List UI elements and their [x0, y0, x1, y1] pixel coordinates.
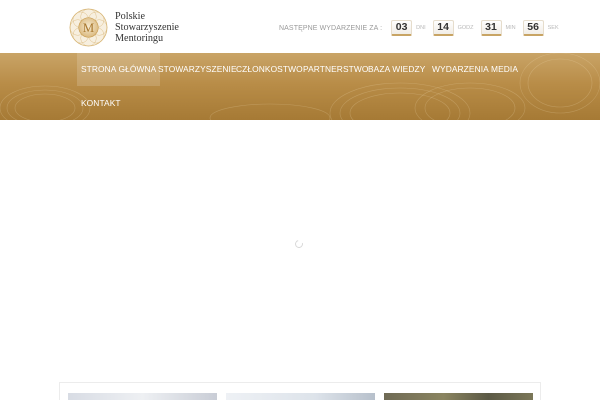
- event-countdown: NASTĘPNE WYDARZENIE ZA : 03 DNI 14 GODZ …: [279, 19, 559, 37]
- countdown-seconds-unit: SEK: [547, 25, 559, 31]
- featured-thumbnail[interactable]: [384, 393, 533, 400]
- nav-item-kontakt[interactable]: KONTAKT: [77, 87, 125, 120]
- logo-emblem-icon: M: [69, 8, 108, 47]
- featured-strip: [59, 382, 541, 400]
- countdown-days-unit: DNI: [416, 25, 426, 31]
- nav-item-partnerstwo[interactable]: PARTNERSTWO: [299, 53, 372, 86]
- main-navigation: STRONA GŁÓWNA STOWARZYSZENIE CZŁONKOSTWO…: [0, 53, 600, 120]
- logo-line-2: Stowarzyszenie: [115, 21, 179, 33]
- site-header: M Polskie Stowarzyszenie Mentoringu NAST…: [0, 0, 600, 53]
- nav-item-stowarzyszenie[interactable]: STOWARZYSZENIE: [154, 53, 241, 86]
- site-logo[interactable]: M Polskie Stowarzyszenie Mentoringu: [69, 6, 179, 48]
- logo-line-1: Polskie: [115, 10, 146, 22]
- nav-item-czlonkostwo[interactable]: CZŁONKOSTWO: [232, 53, 307, 86]
- countdown-label: NASTĘPNE WYDARZENIE ZA :: [279, 24, 383, 32]
- logo-line-3: Mentoringu: [115, 32, 164, 44]
- logo-text: Polskie Stowarzyszenie Mentoringu: [115, 11, 179, 44]
- nav-item-strona-glowna[interactable]: STRONA GŁÓWNA: [77, 53, 161, 86]
- featured-thumbnail[interactable]: [68, 393, 217, 400]
- featured-thumbnail[interactable]: [226, 393, 375, 400]
- logo-letter: M: [83, 20, 94, 34]
- countdown-seconds: 56: [522, 20, 544, 36]
- nav-item-wydarzenia[interactable]: WYDARZENIA: [428, 53, 493, 86]
- main-content: [0, 120, 600, 400]
- nav-menu: STRONA GŁÓWNA STOWARZYSZENIE CZŁONKOSTWO…: [77, 53, 527, 120]
- countdown-minutes: 31: [480, 20, 502, 36]
- nav-item-baza-wiedzy[interactable]: BAZA WIEDZY: [364, 53, 429, 86]
- nav-item-media[interactable]: MEDIA: [487, 53, 522, 86]
- countdown-days: 03: [391, 20, 413, 36]
- countdown-hours-unit: GODZ: [457, 25, 474, 31]
- countdown-minutes-unit: MIN: [505, 25, 516, 31]
- countdown-hours: 14: [432, 20, 454, 36]
